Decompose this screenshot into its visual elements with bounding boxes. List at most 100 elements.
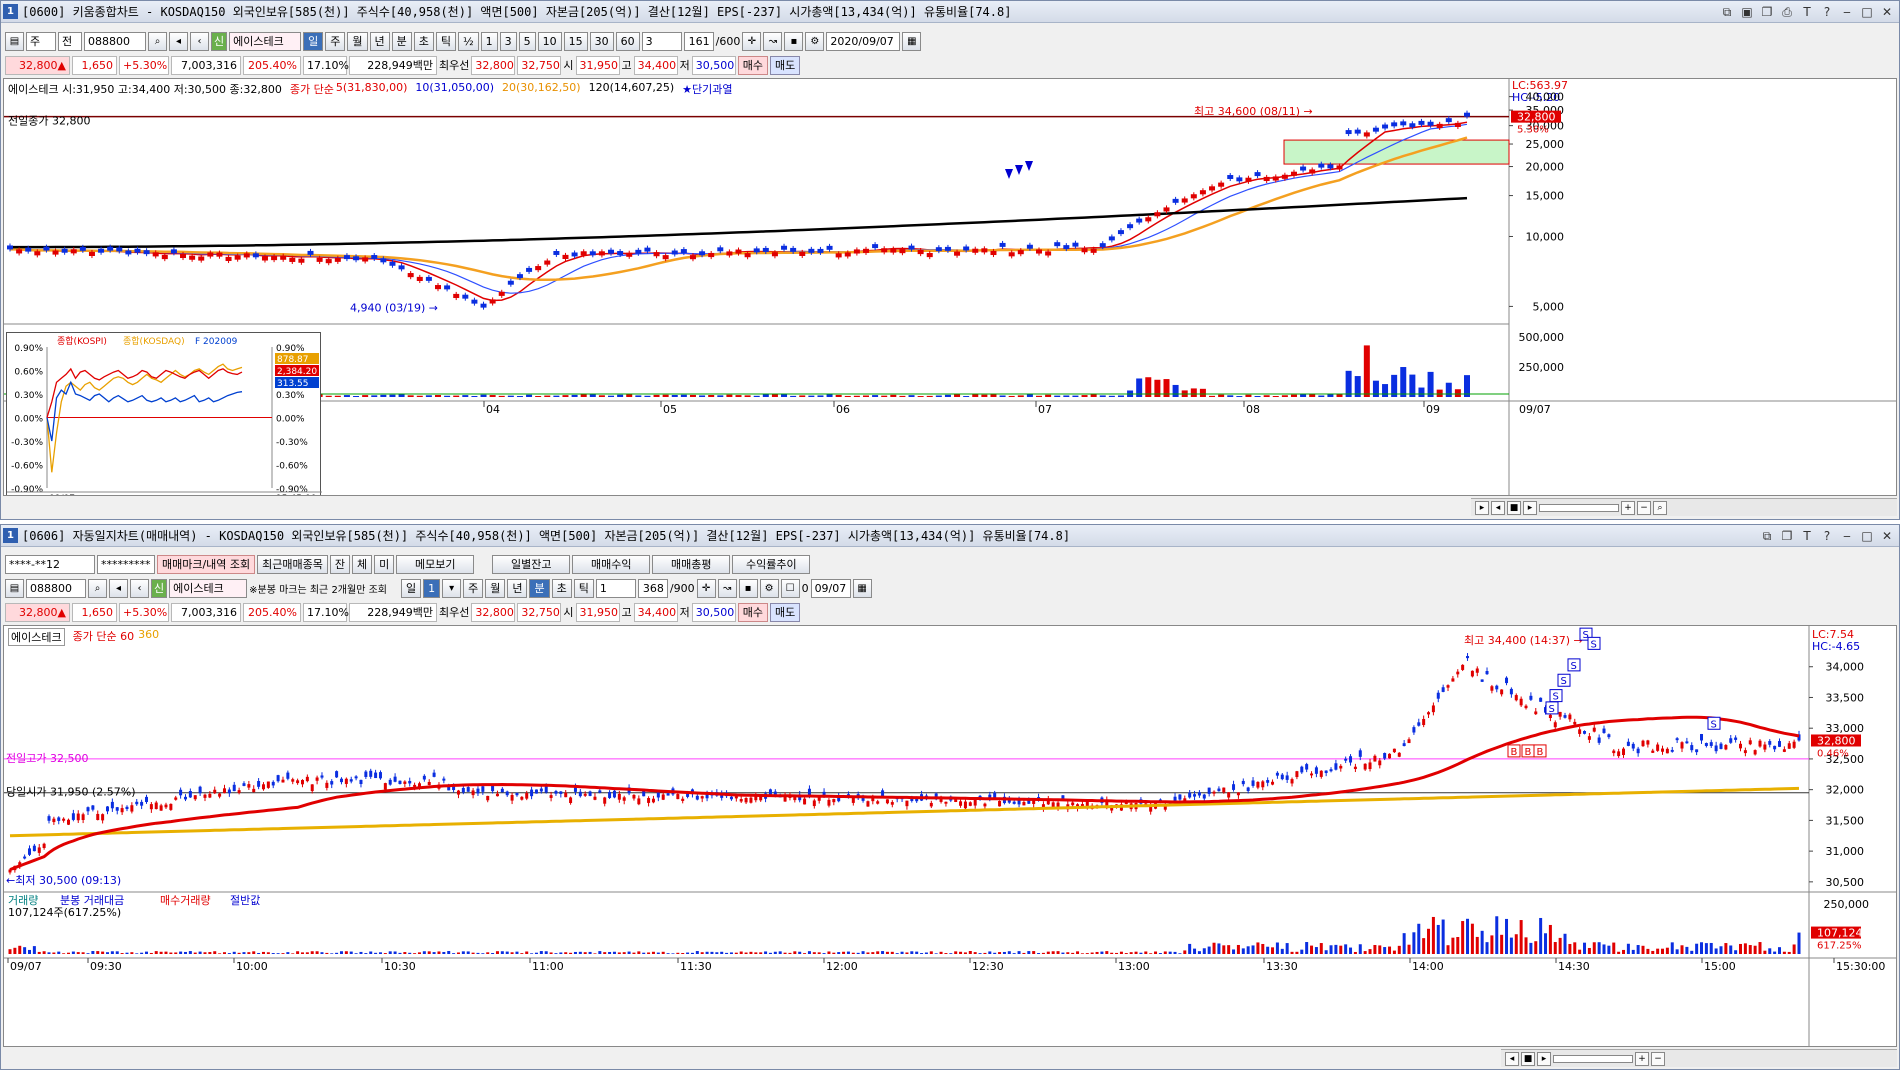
sound-icon[interactable]: ◂ <box>109 578 128 598</box>
trade-review-button[interactable]: 매매총평 <box>652 554 731 574</box>
search-icon[interactable]: ⌕ <box>148 31 167 51</box>
count-input[interactable]: 161 <box>683 31 714 51</box>
dropdown-icon[interactable]: ▾ <box>442 578 462 598</box>
recent-stocks-button[interactable]: 최근매매종목 <box>257 554 328 574</box>
period-second-2[interactable]: 초 <box>551 578 572 598</box>
chart-scrollbar-2[interactable]: ◂ ■ ▸ + − <box>1501 1049 1897 1067</box>
prev-stock-icon[interactable]: ‹ <box>130 578 149 598</box>
zoom-out-icon[interactable]: − <box>1637 500 1651 515</box>
min-3[interactable]: 3 <box>499 31 517 51</box>
period-month[interactable]: 월 <box>347 31 368 51</box>
period-year-2[interactable]: 년 <box>507 578 528 598</box>
scroll-track-2[interactable] <box>1553 1054 1633 1063</box>
stock-code-input-2[interactable]: 088800 <box>26 578 86 598</box>
minimize-icon[interactable]: ‒ <box>1839 528 1855 544</box>
chart-scrollbar[interactable]: ▸ ◂ ■ ▸ + − ⌕ <box>1471 498 1897 516</box>
scroll-left-icon[interactable]: ▸ <box>1475 500 1489 515</box>
link-icon[interactable]: ⧉ <box>1719 4 1735 20</box>
unfilled-tab[interactable]: 미 <box>374 554 395 574</box>
count-input-2[interactable]: 368 <box>637 578 668 598</box>
market-select[interactable]: 주 <box>26 31 56 51</box>
sell-button-2[interactable]: 매도 <box>770 602 801 622</box>
maximize-icon[interactable]: □ <box>1859 4 1875 20</box>
period-day-2[interactable]: 일 <box>400 578 422 598</box>
zoom-in-icon[interactable]: + <box>1621 500 1635 515</box>
compare-icon[interactable]: ↝ <box>717 578 737 598</box>
min-half[interactable]: ½ <box>458 31 479 51</box>
font-icon[interactable]: T <box>1799 528 1815 544</box>
zoom-out-icon[interactable]: − <box>1651 1051 1665 1066</box>
link-icon[interactable]: ⧉ <box>1759 528 1775 544</box>
min-1[interactable]: 1 <box>480 31 498 51</box>
period-week-2[interactable]: 주 <box>463 578 484 598</box>
checkbox-icon[interactable]: ☐ <box>780 578 800 598</box>
trade-profit-button[interactable]: 매매수익 <box>572 554 651 574</box>
chart-menu-icon[interactable]: ▤ <box>5 31 24 51</box>
period-day[interactable]: 일 <box>303 31 324 51</box>
print-icon[interactable]: ⎙ <box>1779 4 1795 20</box>
tile-icon[interactable]: ▣ <box>1739 4 1755 20</box>
date-input[interactable]: 2020/09/07 <box>826 31 901 51</box>
min-10[interactable]: 10 <box>537 31 562 51</box>
balance-tab[interactable]: 잔 <box>329 554 351 574</box>
filled-tab[interactable]: 체 <box>352 554 373 574</box>
close-icon[interactable]: ✕ <box>1879 528 1895 544</box>
chart-menu-icon[interactable]: ▤ <box>5 578 24 598</box>
stop-icon[interactable]: ■ <box>1521 1051 1535 1066</box>
compare-icon[interactable]: ↝ <box>763 31 783 51</box>
stock-code-input[interactable]: 088800 <box>84 31 146 51</box>
maximize-icon[interactable]: □ <box>1859 528 1875 544</box>
n-select-2[interactable]: 1 <box>595 578 636 598</box>
period-minute[interactable]: 분 <box>391 31 412 51</box>
minute-chart-area[interactable]: 에이스테크 종가 단순 60 360 LC:7.54 HC:-4.65 34,000… <box>3 625 1897 1047</box>
min-5[interactable]: 5 <box>518 31 536 51</box>
help-icon[interactable]: ? <box>1819 4 1835 20</box>
min-30[interactable]: 30 <box>589 31 614 51</box>
period-second[interactable]: 초 <box>413 31 434 51</box>
period-tick-2[interactable]: 틱 <box>573 578 594 598</box>
settings-gear-icon[interactable]: ⚙ <box>759 578 779 598</box>
n-select[interactable]: 3 <box>641 31 682 51</box>
range-select[interactable]: 전 <box>58 31 82 51</box>
period-month-2[interactable]: 월 <box>485 578 506 598</box>
title-bar[interactable]: 1 [0600] 키움종합차트 - KOSDAQ150 외국인보유[585(천)… <box>1 1 1899 23</box>
period-week[interactable]: 주 <box>325 31 346 51</box>
minimize-icon[interactable]: ‒ <box>1839 4 1855 20</box>
close-icon[interactable]: ✕ <box>1879 4 1895 20</box>
scroll-start-icon[interactable]: ◂ <box>1505 1051 1519 1066</box>
min-60[interactable]: 60 <box>615 31 640 51</box>
stop-icon[interactable]: ■ <box>1507 500 1521 515</box>
prev-stock-icon[interactable]: ‹ <box>190 31 209 51</box>
calendar-icon[interactable]: ▦ <box>852 578 872 598</box>
memo-button[interactable]: 메모보기 <box>396 554 475 574</box>
font-icon[interactable]: T <box>1799 4 1815 20</box>
save-icon[interactable]: ▪ <box>738 578 758 598</box>
password-input[interactable]: ********* <box>97 554 155 574</box>
period-tick[interactable]: 틱 <box>435 31 456 51</box>
restore-icon[interactable]: ❐ <box>1779 528 1795 544</box>
scroll-track[interactable] <box>1539 503 1619 512</box>
buy-button-2[interactable]: 매수 <box>737 602 768 622</box>
return-trend-button[interactable]: 수익률추이 <box>732 554 811 574</box>
sound-icon[interactable]: ◂ <box>169 31 188 51</box>
daily-balance-button[interactable]: 일별잔고 <box>492 554 571 574</box>
trade-mark-query-button[interactable]: 매매마크/내역 조회 <box>157 554 256 574</box>
account-select[interactable]: ****-**12 <box>5 554 95 574</box>
buy-button[interactable]: 매수 <box>737 55 768 75</box>
scroll-end-icon[interactable]: ▸ <box>1523 500 1537 515</box>
restore-icon[interactable]: ❐ <box>1759 4 1775 20</box>
zoom-in-icon[interactable]: + <box>1635 1051 1649 1066</box>
period-minute-2[interactable]: 분 <box>529 578 550 598</box>
crosshair-icon[interactable]: ✛ <box>696 578 716 598</box>
period-1-2[interactable]: 1 <box>423 578 441 598</box>
sell-button[interactable]: 매도 <box>770 55 801 75</box>
scroll-start-icon[interactable]: ◂ <box>1491 500 1505 515</box>
search-icon[interactable]: ⌕ <box>88 578 107 598</box>
scroll-end-icon[interactable]: ▸ <box>1537 1051 1551 1066</box>
date-input-2[interactable]: 09/07 <box>810 578 851 598</box>
calendar-icon[interactable]: ▦ <box>902 31 922 51</box>
title-bar-2[interactable]: 1 [0606] 자동일지차트(매매내역) - KOSDAQ150 외국인보유[… <box>1 525 1899 547</box>
zoom-icon[interactable]: ⌕ <box>1653 500 1667 515</box>
save-icon[interactable]: ▪ <box>784 31 804 51</box>
crosshair-icon[interactable]: ✛ <box>742 31 762 51</box>
